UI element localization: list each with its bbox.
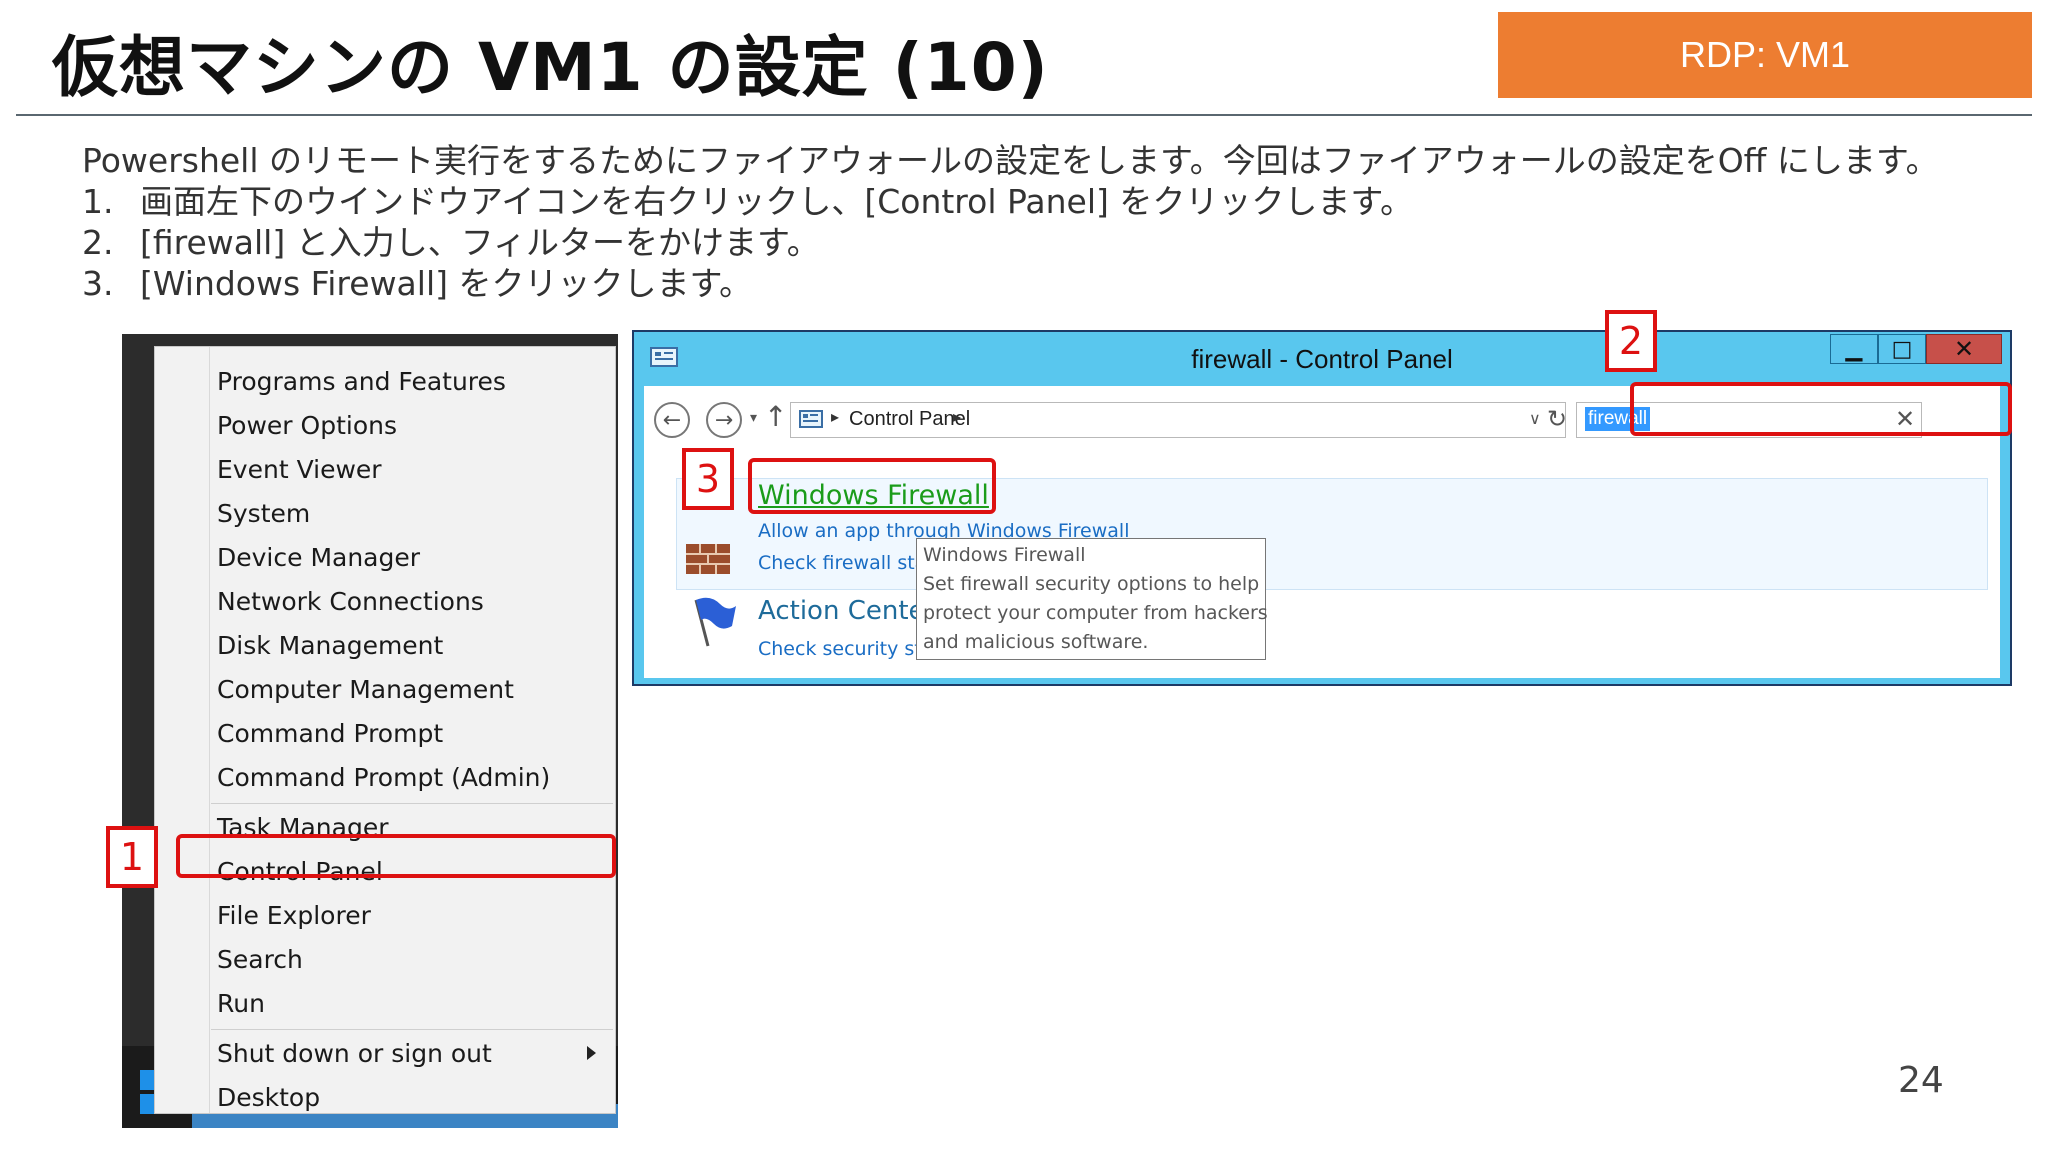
back-arrow-icon[interactable]: ← [654,402,690,438]
menu-item-power-options[interactable]: Power Options [217,411,397,440]
menu-gutter [155,347,210,1113]
menu-item-computer-management[interactable]: Computer Management [217,675,514,704]
menu-item-system[interactable]: System [217,499,310,528]
refresh-icon[interactable]: ↻ [1547,405,1567,433]
menu-separator [211,1029,613,1030]
intro-text: Powershell のリモート実行をするためにファイアウォールの設定をします。… [82,141,1939,180]
recent-locations-icon[interactable]: ▾ [750,410,757,426]
callout-3: 3 [682,448,734,510]
menu-item-run[interactable]: Run [217,989,265,1018]
rdp-badge: RDP: VM1 [1498,12,2032,98]
firewall-brick-icon [686,544,730,574]
start-context-menu: Programs and Features Power Options Even… [154,346,616,1114]
menu-item-command-prompt[interactable]: Command Prompt [217,719,443,748]
window-title: firewall - Control Panel [1191,344,1453,374]
highlight-windows-firewall [748,458,996,514]
page-number: 24 [1898,1060,1944,1101]
step-2: 2. [firewall] と入力し、フィルターをかけます。 [82,222,820,263]
menu-item-search[interactable]: Search [217,945,303,974]
forward-arrow-icon[interactable]: → [706,402,742,438]
tooltip-line: Set firewall security options to help [923,573,1260,595]
window-titlebar[interactable]: firewall - Control Panel ▁ □ ✕ [634,332,2010,386]
highlight-control-panel [176,834,616,878]
step-3: 3. [Windows Firewall] をクリックします。 [82,263,752,304]
breadcrumb-chevron-icon[interactable]: ▸ [953,407,961,426]
tooltip-line: protect your computer from hackers [923,602,1268,624]
menu-item-network-connections[interactable]: Network Connections [217,587,484,616]
start-menu-screenshot: Programs and Features Power Options Even… [122,334,618,1128]
slide-title: 仮想マシンの VM1 の設定 (10) [52,29,1049,106]
callout-1: 1 [106,826,158,888]
step-number: 1. [82,182,114,221]
breadcrumb-chevron-icon[interactable]: ▸ [831,407,839,426]
maximize-button[interactable]: □ [1878,334,1926,364]
minimize-button[interactable]: ▁ [1830,334,1878,364]
submenu-arrow-icon [587,1046,596,1060]
step-number: 2. [82,223,114,262]
control-panel-icon [799,410,823,428]
highlight-search-box [1630,382,2012,436]
step-number: 3. [82,264,114,303]
step-text: 画面左下のウインドウアイコンを右クリックし、[Control Panel] をク… [140,182,1414,221]
action-center-flag-icon [694,597,736,647]
menu-item-device-manager[interactable]: Device Manager [217,543,420,572]
firewall-tooltip: Windows Firewall Set firewall security o… [916,538,1268,660]
menu-item-disk-management[interactable]: Disk Management [217,631,443,660]
breadcrumb[interactable]: Control Panel [849,408,970,431]
menu-item-command-prompt-admin[interactable]: Command Prompt (Admin) [217,763,550,792]
title-divider [16,114,2032,116]
callout-2: 2 [1605,310,1657,372]
menu-item-file-explorer[interactable]: File Explorer [217,901,371,930]
step-text: [Windows Firewall] をクリックします。 [140,264,753,303]
step-text: [firewall] と入力し、フィルターをかけます。 [140,223,820,262]
step-1: 1. 画面左下のウインドウアイコンを右クリックし、[Control Panel] … [82,181,1413,222]
menu-item-shut-down[interactable]: Shut down or sign out [217,1039,492,1068]
address-bar[interactable]: ▸ Control Panel ▸ ∨ ↻ [790,402,1567,438]
up-arrow-icon[interactable]: ↑ [764,400,787,433]
menu-separator [211,803,613,804]
menu-item-event-viewer[interactable]: Event Viewer [217,455,382,484]
menu-item-desktop[interactable]: Desktop [217,1083,320,1112]
tooltip-line: and malicious software. [923,631,1149,653]
close-button[interactable]: ✕ [1926,334,2002,364]
tooltip-line: Windows Firewall [923,544,1086,566]
menu-item-programs-and-features[interactable]: Programs and Features [217,367,506,396]
chevron-down-icon[interactable]: ∨ [1529,409,1541,428]
action-center-link[interactable]: Action Center [758,596,935,626]
